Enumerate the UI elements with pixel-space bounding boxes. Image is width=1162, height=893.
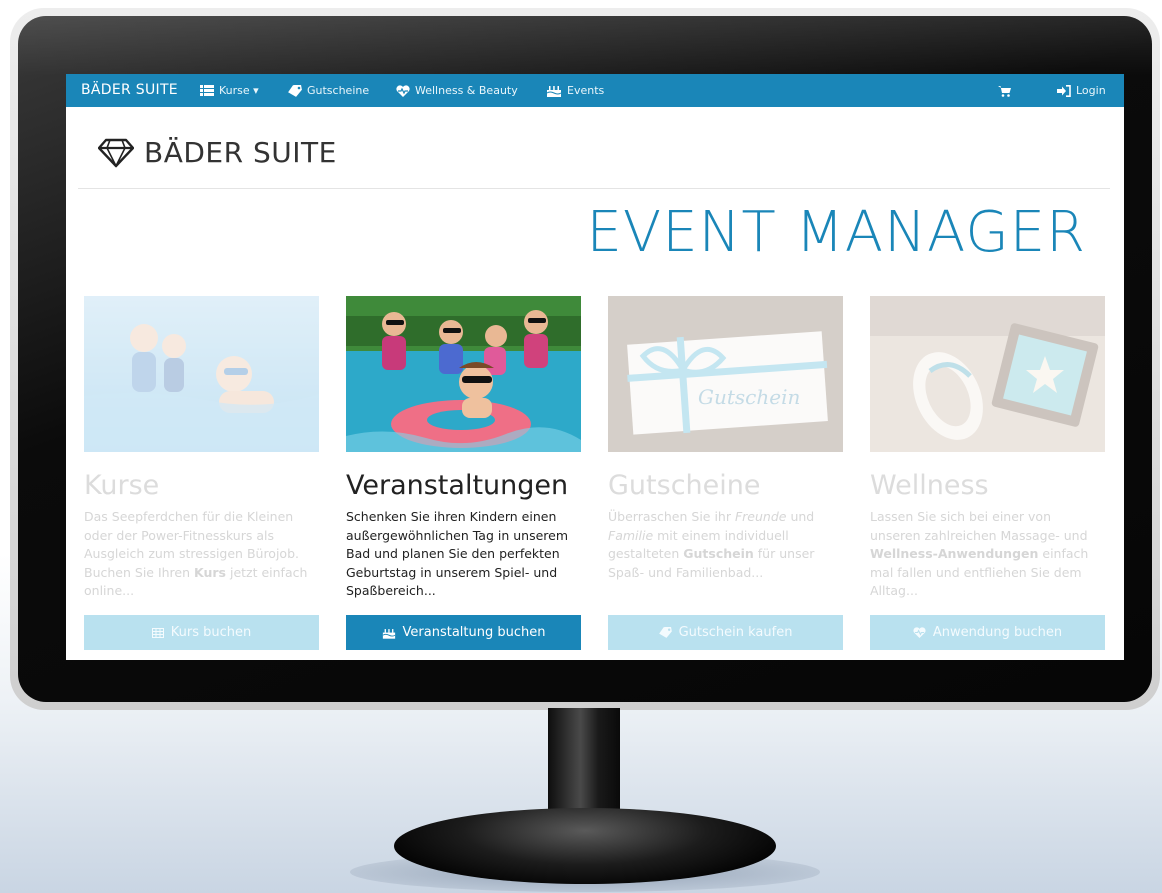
- logo-text: BÄDER SUITE: [144, 136, 337, 169]
- gutschein-kaufen-label: Gutschein kaufen: [678, 625, 793, 640]
- birthday-cake-icon: [546, 86, 562, 97]
- login-label: Login: [1076, 84, 1106, 97]
- bezel-gloss: [18, 16, 1152, 76]
- anwendung-buchen-label: Anwendung buchen: [932, 625, 1063, 640]
- card-veranstaltungen-title: Veranstaltungen: [346, 470, 569, 501]
- heartbeat-icon: [396, 84, 410, 97]
- site-logo[interactable]: BÄDER SUITE: [98, 136, 337, 169]
- anwendung-buchen-button[interactable]: Anwendung buchen: [870, 615, 1105, 650]
- card-kurse-image: [84, 296, 319, 452]
- card-wellness-title: Wellness: [870, 470, 989, 501]
- hero-title: EVENT MANAGER: [586, 200, 1086, 265]
- tag-icon: [288, 84, 302, 97]
- tag-icon: [658, 627, 672, 638]
- nav-item-kurse-label: Kurse ▾: [219, 84, 259, 97]
- table-icon: [151, 627, 164, 638]
- card-veranstaltungen-image: [346, 296, 581, 452]
- nav-item-wellness-label: Wellness & Beauty: [415, 84, 518, 97]
- monitor-stand-base: [394, 808, 776, 884]
- svg-text:Gutschein: Gutschein: [698, 385, 800, 409]
- nav-item-events[interactable]: Events: [546, 84, 604, 97]
- card-gutscheine-desc: Überraschen Sie ihr Freunde und Familie …: [608, 509, 815, 580]
- navbar-brand[interactable]: BÄDER SUITE: [81, 82, 178, 98]
- card-kurse-desc: Das Seepferdchen für die Kleinen oder de…: [84, 509, 308, 598]
- card-veranstaltungen-desc: Schenken Sie ihren Kindern einen außerge…: [346, 509, 569, 598]
- card-wellness: Wellness Lassen Sie sich bei einer von u…: [870, 296, 1105, 650]
- sign-in-icon: [1057, 84, 1071, 97]
- browser-screen: BÄDER SUITE Kurse ▾ Gutscheine Wellness …: [66, 74, 1124, 660]
- card-veranstaltungen: Veranstaltungen Schenken Sie ihren Kinde…: [346, 296, 581, 650]
- login-link[interactable]: Login: [1057, 84, 1106, 97]
- cart-icon: [998, 86, 1011, 97]
- veranstaltung-buchen-button[interactable]: Veranstaltung buchen: [346, 615, 581, 650]
- nav-item-gutscheine[interactable]: Gutscheine: [288, 84, 369, 97]
- veranstaltung-buchen-label: Veranstaltung buchen: [402, 625, 546, 640]
- card-kurse: Kurse Das Seepferdchen für die Kleinen o…: [84, 296, 319, 650]
- nav-item-kurse[interactable]: Kurse ▾: [200, 84, 259, 97]
- list-icon: [200, 85, 214, 96]
- cart-button[interactable]: [998, 85, 1011, 97]
- card-gutscheine-title: Gutscheine: [608, 470, 761, 501]
- monitor-frame: BÄDER SUITE Kurse ▾ Gutscheine Wellness …: [10, 8, 1160, 710]
- kurs-buchen-button[interactable]: Kurs buchen: [84, 615, 319, 650]
- diamond-icon: [98, 138, 134, 168]
- nav-item-events-label: Events: [567, 84, 605, 97]
- top-navbar: BÄDER SUITE Kurse ▾ Gutscheine Wellness …: [66, 74, 1124, 107]
- card-gutscheine: Gutschein Gutscheine Überraschen Sie ihr…: [608, 296, 843, 650]
- header-divider: [78, 188, 1110, 189]
- kurs-buchen-label: Kurs buchen: [170, 625, 252, 640]
- birthday-cake-icon: [382, 628, 395, 639]
- nav-item-wellness[interactable]: Wellness & Beauty: [396, 84, 518, 97]
- heartbeat-icon: [913, 627, 926, 638]
- card-wellness-image: [870, 296, 1105, 452]
- nav-item-gutscheine-label: Gutscheine: [307, 84, 370, 97]
- gutschein-kaufen-button[interactable]: Gutschein kaufen: [608, 615, 843, 650]
- card-gutscheine-image: Gutschein: [608, 296, 843, 452]
- card-wellness-desc: Lassen Sie sich bei einer von unseren za…: [870, 509, 1089, 598]
- card-kurse-title: Kurse: [84, 470, 160, 501]
